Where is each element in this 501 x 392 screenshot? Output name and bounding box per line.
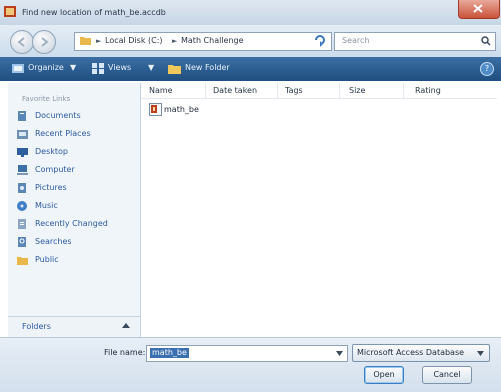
recent-places-icon bbox=[17, 130, 28, 139]
breadcrumb-separator-icon: ► bbox=[96, 37, 102, 45]
file-list-pane: Name Date taken Tags Size Rating math_be bbox=[141, 83, 501, 337]
pictures-icon bbox=[18, 183, 26, 193]
refresh-button[interactable] bbox=[312, 28, 328, 55]
nav-item-computer[interactable]: Computer bbox=[13, 163, 138, 177]
folder-icon bbox=[80, 37, 91, 45]
column-header-rating[interactable]: Rating bbox=[415, 86, 441, 95]
desktop-icon bbox=[17, 148, 28, 157]
open-button[interactable]: Open bbox=[364, 366, 404, 384]
folders-label: Folders bbox=[22, 322, 51, 331]
chevron-down-icon bbox=[477, 351, 484, 356]
column-divider[interactable] bbox=[205, 83, 206, 98]
cancel-button[interactable]: Cancel bbox=[422, 366, 472, 384]
nav-item-pictures[interactable]: Pictures bbox=[13, 181, 138, 195]
navigation-pane: Favorite Links Documents Recent Places D… bbox=[8, 83, 141, 337]
organize-button[interactable]: Organize bbox=[28, 63, 64, 72]
close-icon bbox=[473, 4, 483, 13]
views-button[interactable]: Views bbox=[108, 63, 131, 72]
file-name-value: math_be bbox=[150, 348, 189, 358]
nav-item-label: Pictures bbox=[35, 183, 67, 192]
nav-item-music[interactable]: Music bbox=[13, 199, 138, 213]
nav-item-label: Computer bbox=[35, 165, 75, 174]
breadcrumb-separator-icon: ► bbox=[172, 37, 178, 45]
nav-item-label: Public bbox=[35, 255, 59, 264]
nav-item-desktop[interactable]: Desktop bbox=[13, 145, 138, 159]
file-name-label: File name: bbox=[104, 348, 146, 357]
chevron-down-icon[interactable]: ▼ bbox=[70, 63, 76, 72]
file-name-input[interactable]: math_be bbox=[146, 345, 348, 362]
help-icon: ? bbox=[484, 64, 490, 73]
search-icon[interactable] bbox=[481, 36, 491, 46]
nav-item-label: Searches bbox=[35, 237, 72, 246]
chevron-up-icon bbox=[122, 323, 130, 328]
chevron-down-icon[interactable]: ▼ bbox=[148, 63, 154, 72]
documents-icon bbox=[18, 111, 26, 121]
file-type-value: Microsoft Access Database bbox=[357, 348, 465, 357]
window-title: Find new location of math_be.accdb bbox=[22, 8, 166, 17]
dialog-footer: File name: math_be Microsoft Access Data… bbox=[0, 337, 501, 392]
column-header-size[interactable]: Size bbox=[349, 86, 365, 95]
back-arrow-icon bbox=[17, 37, 25, 47]
command-toolbar: Organize ▼ Views ▼ New Folder ? bbox=[0, 57, 501, 81]
close-button[interactable] bbox=[458, 0, 500, 19]
access-database-file-icon bbox=[149, 103, 162, 116]
access-database-icon bbox=[4, 6, 16, 17]
file-name: math_be bbox=[164, 105, 199, 114]
views-icon bbox=[92, 63, 104, 74]
column-header-row: Name Date taken Tags Size Rating bbox=[141, 83, 497, 99]
nav-item-public[interactable]: Public bbox=[13, 253, 138, 267]
nav-item-label: Music bbox=[35, 201, 58, 210]
file-item[interactable]: math_be bbox=[149, 103, 229, 117]
column-divider[interactable] bbox=[277, 83, 278, 98]
column-divider[interactable] bbox=[339, 83, 340, 98]
breadcrumb-math-challenge[interactable]: Math Challenge bbox=[181, 36, 244, 45]
organize-icon bbox=[12, 64, 24, 73]
back-button[interactable] bbox=[10, 30, 34, 54]
nav-item-label: Documents bbox=[35, 111, 81, 120]
column-header-date-taken[interactable]: Date taken bbox=[213, 86, 257, 95]
music-icon bbox=[17, 201, 27, 211]
favorite-links-heading: Favorite Links bbox=[22, 95, 71, 103]
column-divider[interactable] bbox=[403, 83, 404, 98]
new-folder-icon bbox=[168, 65, 181, 74]
breadcrumb-local-disk[interactable]: Local Disk (C:) bbox=[105, 36, 163, 45]
searches-icon bbox=[18, 237, 26, 247]
address-bar[interactable]: ► Local Disk (C:) ► Math Challenge bbox=[74, 32, 382, 51]
search-input[interactable]: Search bbox=[334, 32, 496, 51]
nav-item-recent-places[interactable]: Recent Places bbox=[13, 127, 138, 141]
file-type-select[interactable]: Microsoft Access Database bbox=[352, 344, 490, 362]
new-folder-button[interactable]: New Folder bbox=[185, 63, 230, 72]
nav-item-label: Recent Places bbox=[35, 129, 91, 138]
nav-item-recently-changed[interactable]: Recently Changed bbox=[13, 217, 138, 231]
public-icon bbox=[17, 257, 28, 265]
address-bar-row: ► Local Disk (C:) ► Math Challenge Searc… bbox=[0, 25, 501, 57]
search-placeholder: Search bbox=[342, 36, 370, 45]
folders-toggle[interactable]: Folders bbox=[8, 316, 140, 337]
forward-button[interactable] bbox=[32, 30, 56, 54]
forward-arrow-icon bbox=[41, 37, 49, 47]
recently-changed-icon bbox=[18, 219, 26, 229]
column-header-name[interactable]: Name bbox=[149, 86, 173, 95]
chevron-down-icon[interactable] bbox=[336, 351, 343, 356]
refresh-icon bbox=[315, 35, 325, 47]
nav-item-label: Recently Changed bbox=[35, 219, 108, 228]
help-button[interactable]: ? bbox=[480, 62, 494, 76]
title-bar: Find new location of math_be.accdb bbox=[0, 0, 501, 26]
nav-item-documents[interactable]: Documents bbox=[13, 109, 138, 123]
nav-item-searches[interactable]: Searches bbox=[13, 235, 138, 249]
column-header-tags[interactable]: Tags bbox=[285, 86, 303, 95]
computer-icon bbox=[17, 165, 28, 175]
nav-item-label: Desktop bbox=[35, 147, 68, 156]
